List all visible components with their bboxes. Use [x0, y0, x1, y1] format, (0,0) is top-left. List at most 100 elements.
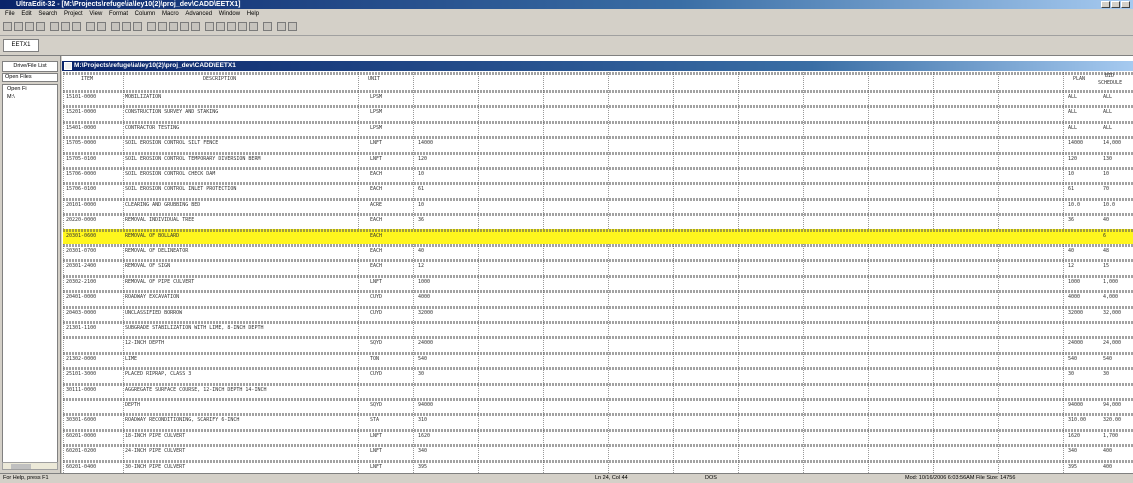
print-preview-icon[interactable] [61, 22, 70, 31]
item-code: 20403-0000 [66, 309, 97, 316]
document-title-bar[interactable]: M:\Projects\refuge\ia\ley10(2)\proj_dev\… [62, 61, 1133, 71]
menu-edit[interactable]: Edit [21, 9, 31, 19]
table-row[interactable]: 15706-0000 SOIL EROSION CONTROL CHECK DAM… [63, 167, 1133, 182]
tree-item-file[interactable]: M:\ [3, 93, 57, 101]
save-icon[interactable] [25, 22, 34, 31]
hex-edit-icon[interactable] [72, 22, 81, 31]
row-separator [63, 382, 1133, 386]
table-row[interactable]: 20101-0000 CLEARING AND GRUBBING BED ACRE 1… [63, 197, 1133, 213]
menu-macro[interactable]: Macro [162, 9, 179, 19]
menu-advanced[interactable]: Advanced [185, 9, 212, 19]
menu-column[interactable]: Column [135, 9, 156, 19]
cut-icon[interactable] [111, 22, 120, 31]
file-tree[interactable]: Open Fi M:\ [2, 84, 58, 467]
table-row[interactable]: 20301-0700 REMOVAL OF DELINEATOR EACH 40 40 4… [63, 244, 1133, 259]
table-row[interactable]: 20401-0000 ROADWAY EXCAVATION CUYD 4000 4000… [63, 290, 1133, 305]
table-row[interactable]: 12-INCH DEPTH SQYD 24000 24000 24,000 [63, 336, 1133, 351]
table-row[interactable]: 15201-0000 CONSTRUCTION SURVEY AND STAKIN… [63, 105, 1133, 120]
item-description: 30-INCH PIPE CULVERT [125, 463, 186, 470]
window-title-bar[interactable]: UltraEdit-32 - [M:\Projects\refuge\ia\le… [0, 0, 1133, 9]
toolbar [0, 19, 1133, 36]
toggle-column-icon[interactable] [263, 22, 272, 31]
item-plan: 30 [1068, 371, 1075, 378]
new-file-icon[interactable] [3, 22, 12, 31]
table-row[interactable]: 25101-3000 PLACED RIPRAP, CLASS 3 CUYD 30 30… [63, 367, 1133, 382]
row-separator [63, 244, 1133, 247]
table-row[interactable]: 30301-6000 ROADWAY RECONDITIONING, SCARIF… [63, 413, 1133, 428]
table-row[interactable]: 15705-0000 SOIL EROSION CONTROL SILT FENC… [63, 136, 1133, 151]
item-code: 15101-0000 [66, 94, 97, 100]
table-row[interactable]: 60201-0200 24-INCH PIPE CULVERT LNFT 340 340… [63, 444, 1133, 459]
list-windows-icon[interactable] [249, 22, 258, 31]
item-plan: 61 [1068, 186, 1075, 193]
minimize-button[interactable] [1101, 1, 1110, 8]
table-row[interactable]: 20301-2400 REMOVAL OF SIGN EACH 12 12 15 [63, 259, 1133, 274]
item-quantity: 540 [418, 355, 428, 362]
table-row[interactable]: 20302-2100 REMOVAL OF PIPE CULVERT LNFT 100… [63, 274, 1133, 290]
file-tab-eetx1[interactable]: EETX1 [3, 39, 39, 52]
menu-file[interactable]: File [5, 9, 15, 19]
copy-icon[interactable] [122, 22, 131, 31]
item-bid: 32,000 [1103, 309, 1122, 316]
item-code: 21302-0000 [66, 355, 97, 362]
table-row[interactable]: 60201-0000 18-INCH PIPE CULVERT LNFT 1620 16… [63, 428, 1133, 444]
item-bid: 400 [1103, 463, 1113, 470]
table-row[interactable]: 20403-0000 UNCLASSIFIED BORROW CUYD 32000 32… [63, 305, 1133, 321]
row-separator [63, 72, 1133, 75]
paste-icon[interactable] [133, 22, 142, 31]
table-row[interactable]: 21301-1100 SUBGRADE STABILIZATION WITH LI… [63, 321, 1133, 336]
table-row[interactable]: DEPTH SQYD 94000 94000 94,000 [63, 398, 1133, 413]
table-row[interactable]: 21302-0000 LIME TON 540 540 540 [63, 351, 1133, 367]
row-separator [63, 228, 1133, 232]
item-bid: ALL [1103, 109, 1113, 116]
item-unit: LNFT [370, 448, 383, 455]
window-tile-icon[interactable] [205, 22, 214, 31]
item-unit: CUYD [370, 371, 383, 378]
find-in-files-icon[interactable] [191, 22, 200, 31]
table-row[interactable]: 15401-0000 CONTRACTOR TESTING LPSM ALL ALL [63, 120, 1133, 136]
open-files-dropdown[interactable]: Open Files [2, 73, 58, 82]
item-bid: 1,700 [1103, 432, 1119, 439]
item-plan: 4000 [1068, 294, 1081, 301]
item-bid: 10 [1103, 171, 1110, 177]
table-row[interactable]: 30111-0000 AGGREGATE SURFACE COURSE, 12-I… [63, 382, 1133, 398]
find-prev-icon[interactable] [169, 22, 178, 31]
drive-file-list-tab[interactable]: Drive/File List [2, 61, 58, 72]
menu-format[interactable]: Format [109, 9, 128, 19]
print-icon[interactable] [50, 22, 59, 31]
table-row-selected[interactable]: 20301-0600 REMOVAL OF BOLLARD EACH 6 [63, 228, 1133, 244]
item-code: 20301-0600 [66, 232, 97, 239]
context-help-icon[interactable] [288, 22, 297, 31]
text-editor[interactable]: ITEM DESCRIPTION UNIT PLAN BID SCHEDULE 15101-… [63, 72, 1133, 473]
tree-item-open-files[interactable]: Open Fi [3, 85, 57, 93]
table-row[interactable]: 15706-0100 SOIL EROSION CONTROL INLET PRO… [63, 182, 1133, 197]
table-row[interactable]: 20220-0000 REMOVAL INDIVIDUAL TREE EACH 36 3… [63, 213, 1133, 228]
word-wrap-icon[interactable] [86, 22, 95, 31]
item-bid: 40 [1103, 217, 1110, 224]
find-icon[interactable] [147, 22, 156, 31]
open-file-icon[interactable] [14, 22, 23, 31]
table-row[interactable]: 60201-0400 30-INCH PIPE CULVERT LNFT 395 395… [63, 459, 1133, 473]
item-description: PLACED RIPRAP, CLASS 3 [125, 371, 192, 378]
maximize-button[interactable] [1111, 1, 1120, 8]
menu-view[interactable]: View [89, 9, 102, 19]
close-button[interactable] [1121, 1, 1130, 8]
window-cascade-icon[interactable] [216, 22, 225, 31]
save-all-icon[interactable] [36, 22, 45, 31]
table-row[interactable]: 15101-0000 MOBILIZATION LPSM ALL ALL [63, 90, 1133, 105]
help-icon[interactable] [277, 22, 286, 31]
replace-icon[interactable] [180, 22, 189, 31]
hex-mode-icon[interactable] [97, 22, 106, 31]
table-row[interactable]: 15705-0100 SOIL EROSION CONTROL TEMPORARY… [63, 151, 1133, 167]
menu-window[interactable]: Window [219, 9, 240, 19]
menu-search[interactable]: Search [38, 9, 57, 19]
scrollbar-thumb[interactable] [11, 464, 31, 469]
find-next-icon[interactable] [158, 22, 167, 31]
menu-help[interactable]: Help [247, 9, 259, 19]
item-description: REMOVAL OF SIGN [125, 263, 171, 270]
item-code: 60201-0200 [66, 448, 97, 455]
window-horizontal-icon[interactable] [227, 22, 236, 31]
menu-project[interactable]: Project [64, 9, 83, 19]
window-vertical-icon[interactable] [238, 22, 247, 31]
tree-horizontal-scrollbar[interactable] [2, 462, 58, 470]
